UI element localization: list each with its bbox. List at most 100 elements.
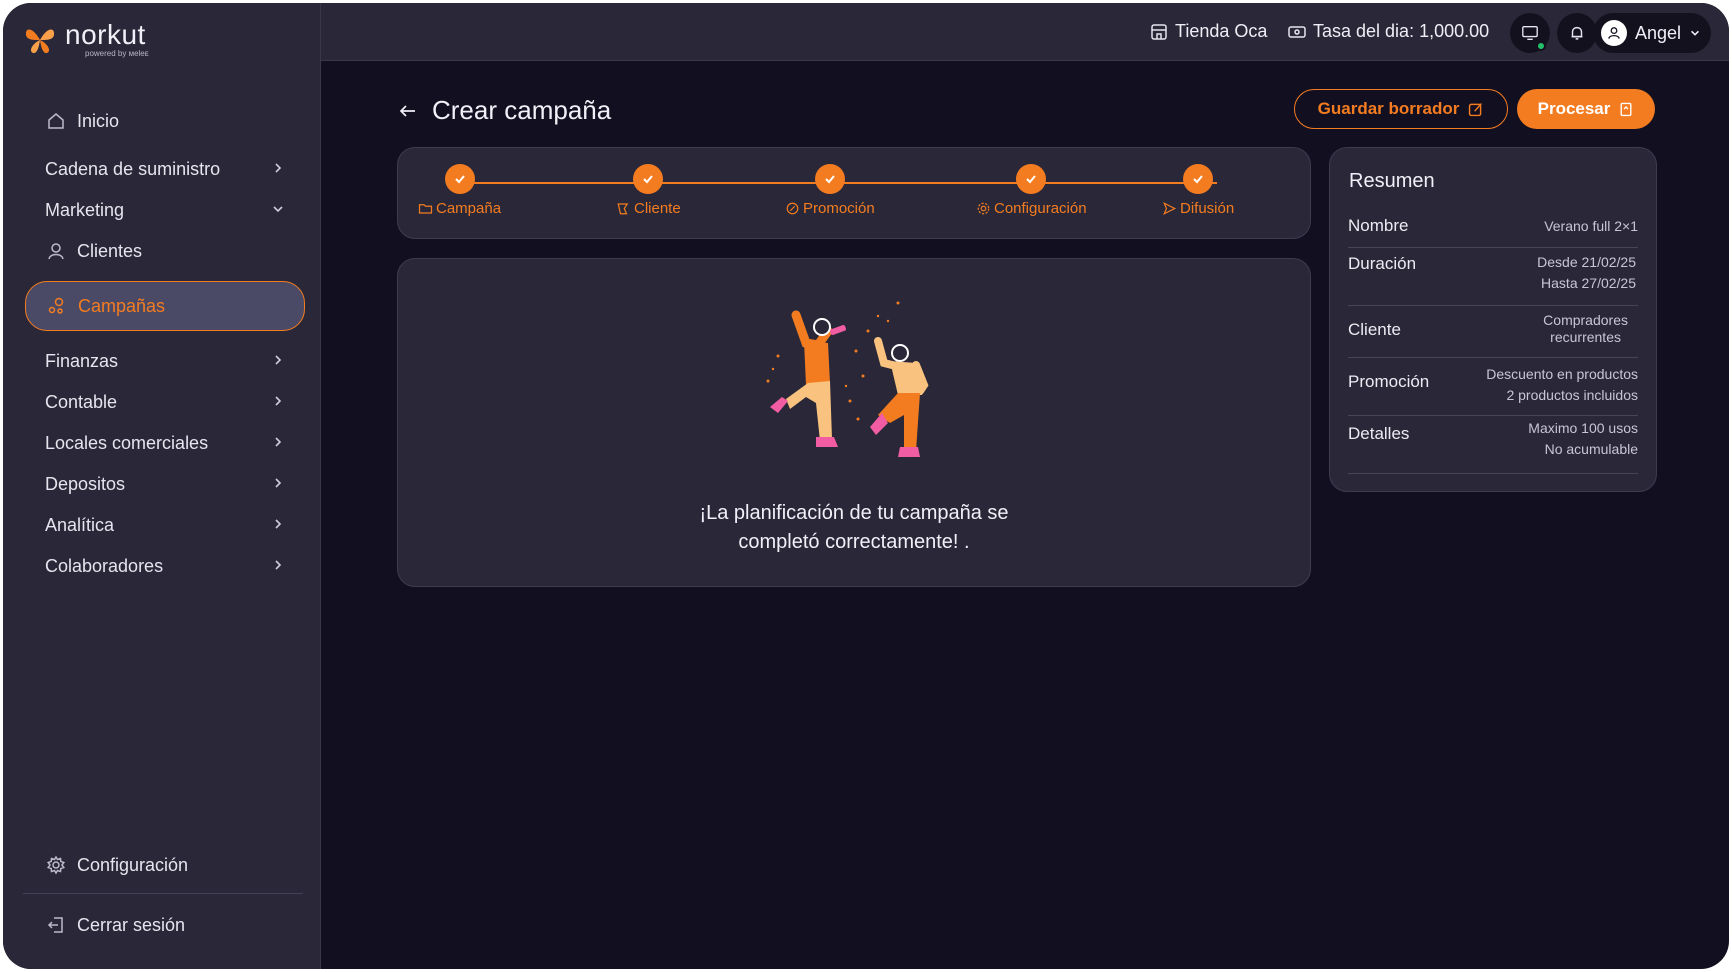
exchange-rate-text: Tasa del dia: 1,000.00 <box>1313 21 1490 41</box>
gear-icon <box>45 854 67 876</box>
step-label: Cliente <box>634 200 681 217</box>
step-label: Configuración <box>994 200 1087 217</box>
summary-value: recurrentes <box>1550 329 1621 345</box>
sidebar-item-configuracion[interactable]: Configuración <box>25 845 305 885</box>
check-icon <box>1016 164 1047 194</box>
logo[interactable]: norkut powered by ᴍeleᴇ <box>23 21 149 58</box>
summary-title: Resumen <box>1349 170 1435 192</box>
summary-label: Detalles <box>1348 424 1410 443</box>
logout-button[interactable]: Cerrar sesión <box>25 905 305 945</box>
summary-row-duracion: Duración Desde 21/02/25 Hasta 27/02/25 <box>1348 248 1638 306</box>
back-arrow-icon[interactable] <box>398 101 418 121</box>
sidebar-item-label: Colaboradores <box>45 555 164 576</box>
logout-label: Cerrar sesión <box>77 914 186 935</box>
sidebar-item-label: Marketing <box>45 199 125 220</box>
brand-name: norkut <box>65 19 146 50</box>
client-tag-icon <box>617 203 629 215</box>
summary-row-detalles: Detalles Maximo 100 usos No acumulable <box>1348 416 1638 474</box>
brand-subtitle: powered by ᴍeleᴇ <box>85 49 149 58</box>
sidebar-item-label: Analítica <box>45 514 115 535</box>
save-draft-label: Guardar borrador <box>1317 99 1460 118</box>
online-status-dot <box>1536 41 1546 51</box>
store-icon <box>1151 23 1167 40</box>
user-icon <box>1608 27 1620 39</box>
summary-row-cliente: Cliente Compradores recurrentes <box>1348 306 1638 358</box>
chevron-right-icon <box>275 560 282 570</box>
save-draft-button[interactable]: Guardar borrador <box>1294 89 1508 129</box>
sidebar-item-label: Campañas <box>78 295 166 316</box>
step-promocion[interactable]: Promoción <box>785 164 875 217</box>
chevron-down-icon <box>273 206 283 213</box>
folder-icon <box>418 204 433 214</box>
sidebar-item-locales-comerciales[interactable]: Locales comerciales <box>25 423 305 463</box>
top-bar: Tienda Oca Tasa del dia: 1,000.00 Angel <box>321 3 1729 61</box>
sidebar-item-cadena-de-suministro[interactable]: Cadena de suministro <box>25 149 305 189</box>
sidebar-item-label: Inicio <box>77 110 120 131</box>
store-selector[interactable]: Tienda Oca <box>1149 21 1267 42</box>
sidebar: norkut powered by ᴍeleᴇ Inicio Cadena de… <box>3 3 321 969</box>
sidebar-item-inicio[interactable]: Inicio <box>25 101 305 141</box>
bookmark-icon <box>1620 102 1632 117</box>
step-label: Campaña <box>436 200 502 217</box>
chevron-right-icon <box>275 355 282 365</box>
process-button[interactable]: Procesar <box>1517 89 1655 129</box>
summary-value: Desde 21/02/25 <box>1537 254 1636 270</box>
exchange-rate: Tasa del dia: 1,000.00 <box>1287 21 1489 42</box>
summary-label: Duración <box>1348 254 1417 273</box>
sidebar-item-label: Contable <box>45 391 118 412</box>
sidebar-item-depositos[interactable]: Depositos <box>25 464 305 504</box>
user-menu[interactable]: Angel <box>1593 13 1711 53</box>
sidebar-item-colaboradores[interactable]: Colaboradores <box>25 546 305 586</box>
sidebar-divider <box>23 893 303 894</box>
summary-label: Promoción <box>1348 372 1430 391</box>
sidebar-item-label: Cadena de suministro <box>45 158 221 179</box>
home-icon <box>45 110 67 132</box>
step-difusion[interactable]: Difusión <box>1162 164 1234 217</box>
step-label: Difusión <box>1180 200 1235 217</box>
summary-row-promocion: Promoción Descuento en productos 2 produ… <box>1348 358 1638 416</box>
summary-label: Nombre <box>1348 216 1409 235</box>
summary-value: 2 productos incluidos <box>1506 387 1638 403</box>
step-cliente[interactable]: Cliente <box>616 164 681 217</box>
sidebar-nav: Inicio Cadena de suministro Marketing Cl… <box>25 101 305 587</box>
bell-icon <box>1571 26 1583 40</box>
edit-icon <box>1469 102 1483 116</box>
gear-icon <box>977 202 990 215</box>
summary-value: Compradores <box>1543 312 1628 328</box>
sidebar-item-contable[interactable]: Contable <box>25 382 305 422</box>
step-configuracion[interactable]: Configuración <box>976 164 1087 217</box>
summary-panel: Resumen Nombre Verano full 2×1 Duración … <box>1329 147 1657 492</box>
sidebar-item-analitica[interactable]: Analítica <box>25 505 305 545</box>
chevron-right-icon <box>275 478 282 488</box>
sidebar-item-clientes[interactable]: Clientes <box>25 231 305 271</box>
chevron-right-icon <box>275 519 282 529</box>
success-message-line-2: completó correctamente! . <box>738 531 970 553</box>
success-message: ¡La planificación de tu campaña se compl… <box>398 499 1310 557</box>
success-message-line-1: ¡La planificación de tu campaña se <box>699 502 1009 524</box>
sidebar-item-label: Depositos <box>45 473 126 494</box>
support-button[interactable] <box>1510 13 1550 53</box>
step-label: Promoción <box>803 200 875 217</box>
currency-icon <box>1288 25 1306 38</box>
summary-row-nombre: Nombre Verano full 2×1 <box>1348 204 1638 248</box>
celebration-illustration <box>766 301 929 457</box>
check-icon <box>1183 164 1214 194</box>
sidebar-item-label: Clientes <box>77 240 143 261</box>
check-icon <box>444 164 475 194</box>
logo-butterfly-icon <box>25 29 55 53</box>
summary-value: Verano full 2×1 <box>1544 218 1638 234</box>
user-icon <box>45 240 67 262</box>
success-card: ¡La planificación de tu campaña se compl… <box>397 258 1311 587</box>
step-campana[interactable]: Campaña <box>418 164 501 217</box>
chevron-right-icon <box>275 437 282 447</box>
sidebar-item-finanzas[interactable]: Finanzas <box>25 341 305 381</box>
sidebar-item-campanas[interactable]: Campañas <box>25 281 305 331</box>
check-icon <box>633 164 664 194</box>
check-icon <box>814 164 845 194</box>
summary-label: Cliente <box>1348 320 1401 339</box>
chevron-down-icon <box>1691 30 1700 36</box>
sidebar-item-marketing[interactable]: Marketing <box>25 190 305 230</box>
notifications-button[interactable] <box>1557 13 1597 53</box>
page-header: Crear campaña <box>398 95 611 126</box>
chevron-right-icon <box>275 163 282 173</box>
